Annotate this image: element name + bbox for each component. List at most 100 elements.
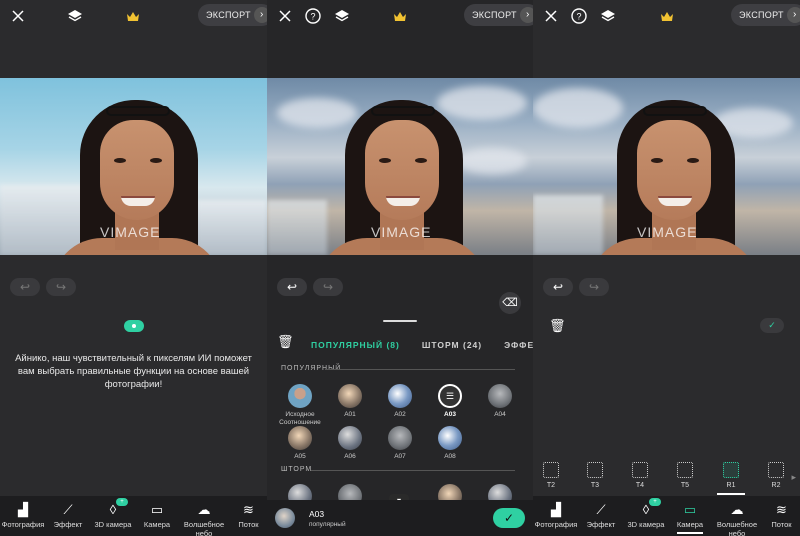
trash-icon[interactable]: 🗑: [277, 334, 294, 350]
eraser-icon[interactable]: ⌫: [499, 292, 521, 314]
nav-flow[interactable]: ≋ Поток: [763, 496, 800, 536]
ratio-frame-icon: [543, 462, 559, 478]
nav-magic-sky[interactable]: ☁ Волшебное небо: [711, 496, 763, 536]
section-divider: [325, 369, 515, 370]
filter-a08[interactable]: A08: [425, 426, 475, 461]
camera-icon: ▭: [150, 502, 164, 517]
top-bar: ? ЭКСПОРТ ›: [267, 0, 533, 32]
premium-crown-icon[interactable]: [123, 6, 143, 26]
nav-effect[interactable]: ⟋ Эффект: [46, 496, 90, 536]
export-button[interactable]: ЭКСПОРТ ›: [731, 4, 800, 26]
sky-icon: ☁: [197, 502, 211, 517]
help-icon[interactable]: ?: [303, 6, 323, 26]
image-icon: ▟: [18, 502, 28, 517]
history-controls: ↩ ↪: [10, 278, 76, 296]
tab-popular[interactable]: ПОПУЛЯРНЫЙ (8): [311, 340, 400, 350]
top-bar: ? ЭКСПОРТ ›: [533, 0, 800, 32]
export-label: ЭКСПОРТ: [206, 10, 251, 20]
close-icon[interactable]: [8, 6, 28, 26]
filter-a05[interactable]: A05: [275, 426, 325, 461]
category-tabs: ПОПУЛЯРНЫЙ (8) ШТОРМ (24) ЭФФЕКТН: [311, 340, 533, 350]
confirm-check-button[interactable]: ✓: [493, 508, 525, 528]
section-divider: [311, 470, 515, 471]
premium-crown-icon[interactable]: [390, 6, 410, 26]
history-controls: ↩ ↪: [543, 278, 609, 296]
ratio-t4[interactable]: T4: [622, 462, 658, 489]
filter-a03-selected[interactable]: ☰ A03: [425, 384, 475, 419]
ratio-t3[interactable]: T3: [577, 462, 613, 489]
export-label: ЭКСПОРТ: [739, 10, 784, 20]
nav-flow[interactable]: ≋ Поток: [230, 496, 267, 536]
filter-thumbnail: [338, 384, 362, 408]
filter-a06[interactable]: A06: [325, 426, 375, 461]
ratio-t5[interactable]: T5: [667, 462, 703, 489]
section-storm-label: ШТОРМ: [281, 466, 313, 473]
filter-a01[interactable]: A01: [325, 384, 375, 419]
nav-magic-sky[interactable]: ☁ Волшебное небо: [178, 496, 230, 536]
filter-thumbnail: [388, 426, 412, 450]
premium-crown-icon[interactable]: [657, 6, 677, 26]
ratio-frame-icon: [768, 462, 784, 478]
layers-icon[interactable]: [598, 6, 618, 26]
filter-thumbnail: [288, 426, 312, 450]
tab-storm[interactable]: ШТОРМ (24): [422, 340, 482, 350]
nav-photo[interactable]: ▟ Фотография: [0, 496, 46, 536]
photo-preview[interactable]: VIMAGE: [267, 78, 533, 255]
ai-toggle[interactable]: [124, 320, 144, 332]
close-icon[interactable]: [275, 6, 295, 26]
ai-message: Айнико, наш чувствительный к пикселям ИИ…: [15, 353, 252, 390]
redo-icon[interactable]: ↪: [313, 278, 343, 296]
filter-a02[interactable]: A02: [375, 384, 425, 419]
ratio-frame-icon: [587, 462, 603, 478]
help-icon[interactable]: ?: [569, 6, 589, 26]
filter-thumbnail: [488, 384, 512, 408]
selected-filter-name: A03: [309, 509, 325, 519]
bottom-nav: ▟ Фотография ⟋ Эффект ◊ + 3D камера ▭ Ка…: [533, 496, 800, 536]
tab-effects[interactable]: ЭФФЕКТН: [504, 340, 533, 350]
photo-preview[interactable]: VIMAGE: [0, 78, 267, 255]
ratio-r2[interactable]: R2: [758, 462, 794, 489]
ratio-t2[interactable]: T2: [533, 462, 569, 489]
sheet-handle[interactable]: [383, 320, 417, 322]
panel-magic-sky-filters: ? ЭКСПОРТ › VIMAGE ↩ ↪ ⌫ 🗑 ПОПУЛЯРНЫЙ (8…: [267, 0, 533, 536]
ratio-r1-active[interactable]: R1: [713, 462, 749, 495]
filter-a07[interactable]: A07: [375, 426, 425, 461]
screenshot-collage: ЭКСПОРТ › VIMAGE ↩ ↪ Айнико, наш чувстви…: [0, 0, 800, 536]
filter-original[interactable]: Исходное Соотношение: [275, 384, 325, 427]
export-button[interactable]: ЭКСПОРТ ›: [198, 4, 267, 26]
redo-icon[interactable]: ↪: [46, 278, 76, 296]
magic-wand-icon: ⟋: [596, 502, 606, 517]
chevron-right-icon: ›: [786, 7, 800, 23]
filter-thumbnail: [338, 426, 362, 450]
confirm-check-button[interactable]: ✓: [760, 318, 784, 333]
nav-camera[interactable]: ▭ Камера: [136, 496, 178, 536]
selected-filter-thumbnail: [275, 508, 295, 528]
selected-filter-bar: A03 популярный ✓: [267, 500, 533, 536]
3d-camera-icon: ◊: [642, 502, 650, 517]
layers-icon[interactable]: [332, 6, 352, 26]
top-bar: ЭКСПОРТ ›: [0, 0, 267, 32]
aspect-ratio-bar: T2 T3 T4 T5 R1 R2: [533, 462, 800, 496]
nav-3d-camera[interactable]: ◊ + 3D камера: [623, 496, 669, 536]
trash-icon[interactable]: 🗑: [549, 318, 566, 334]
bottom-nav: ▟ Фотография ⟋ Эффект ◊ + 3D камера ▭ Ка…: [0, 496, 267, 536]
nav-3d-camera[interactable]: ◊ + 3D камера: [90, 496, 136, 536]
nav-camera-active[interactable]: ▭ Камера: [669, 496, 711, 536]
nav-effect[interactable]: ⟋ Эффект: [579, 496, 623, 536]
new-badge: +: [649, 498, 661, 506]
export-button[interactable]: ЭКСПОРТ ›: [464, 4, 533, 26]
photo-preview[interactable]: VIMAGE: [533, 78, 800, 255]
layers-icon[interactable]: [65, 6, 85, 26]
undo-icon[interactable]: ↩: [277, 278, 307, 296]
close-icon[interactable]: [541, 6, 561, 26]
chevron-right-icon: ›: [253, 7, 267, 23]
undo-icon[interactable]: ↩: [10, 278, 40, 296]
filter-a04[interactable]: A04: [475, 384, 525, 419]
chevron-right-icon[interactable]: ▸: [791, 472, 796, 483]
ratio-frame-icon: [632, 462, 648, 478]
nav-photo[interactable]: ▟ Фотография: [533, 496, 579, 536]
chevron-right-icon: ›: [519, 7, 533, 23]
svg-text:?: ?: [310, 12, 315, 22]
redo-icon[interactable]: ↪: [579, 278, 609, 296]
undo-icon[interactable]: ↩: [543, 278, 573, 296]
